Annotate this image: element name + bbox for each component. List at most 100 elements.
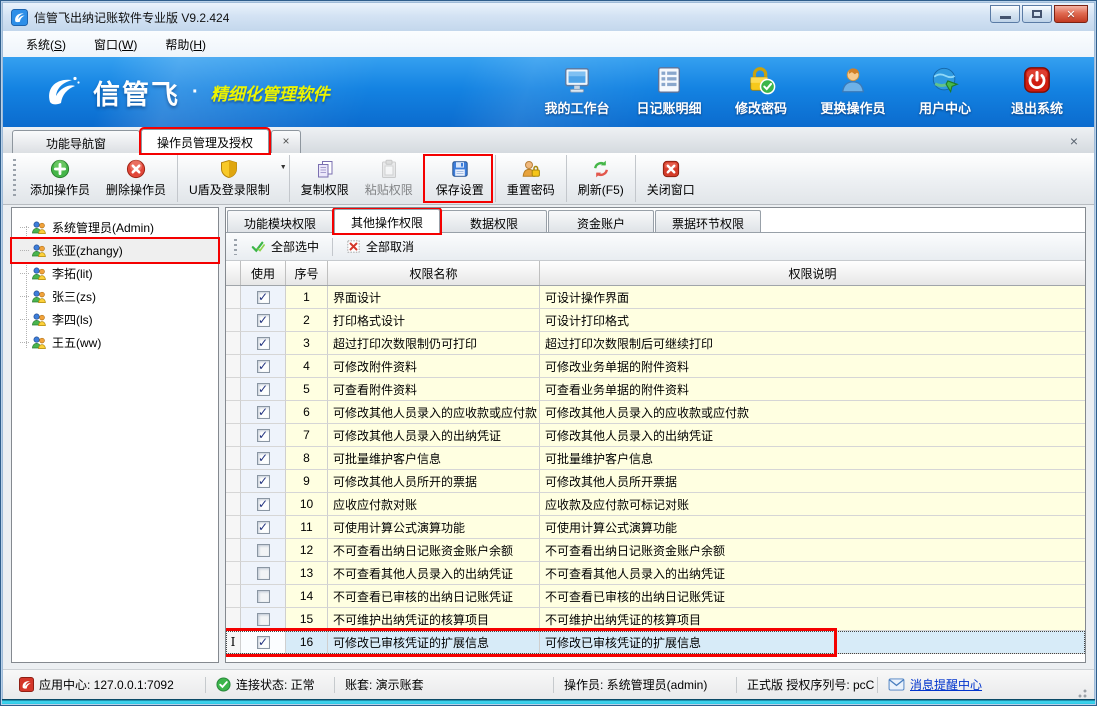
permission-checkbox[interactable]	[257, 452, 270, 465]
close-button[interactable]: ✕	[1054, 5, 1088, 23]
tab-function-nav[interactable]: 功能导航窗	[12, 130, 140, 153]
header-use[interactable]: 使用	[241, 261, 286, 285]
可修改附件资料[interactable]: 4 可修改附件资料 可修改业务单据的附件资料	[226, 355, 1085, 378]
tree-item-admin[interactable]: 系统管理员(Admin)	[12, 216, 218, 239]
permission-checkbox[interactable]	[257, 544, 270, 557]
permission-checkbox[interactable]	[257, 406, 270, 419]
不可维护出纳凭证的核算项目[interactable]: 15 不可维护出纳凭证的核算项目 不可维护出纳凭证的核算项目	[226, 608, 1085, 631]
permission-checkbox[interactable]	[257, 613, 270, 626]
row-indicator	[226, 608, 241, 631]
perm-tab-fund-account[interactable]: 资金账户	[548, 210, 654, 232]
header-indicator	[226, 261, 241, 285]
permission-desc-cell: 不可查看已审核的出纳日记账凭证	[540, 585, 1085, 608]
permission-checkbox[interactable]	[257, 337, 270, 350]
banner-btn-exit[interactable]: 退出系统	[994, 61, 1080, 123]
no-cell: 8	[286, 447, 328, 470]
permission-checkbox[interactable]	[257, 590, 270, 603]
no-cell: 1	[286, 286, 328, 309]
row-indicator	[226, 562, 241, 585]
permission-checkbox[interactable]	[257, 636, 270, 649]
header-no[interactable]: 序号	[286, 261, 328, 285]
界面设计[interactable]: 1 界面设计 可设计操作界面	[226, 286, 1085, 309]
use-cell	[241, 539, 286, 562]
header-desc[interactable]: 权限说明	[540, 261, 1085, 285]
可修改其他人员录入的应收款或应付款[interactable]: 6 可修改其他人员录入的应收款或应付款 可修改其他人员录入的应收款或应付款	[226, 401, 1085, 424]
menu-window[interactable]: 窗口(W)	[81, 33, 150, 56]
copy-permissions-button[interactable]: 复制权限 ▼	[289, 155, 357, 202]
select-all-button[interactable]: 全部选中	[245, 235, 325, 258]
tabstrip-close-button[interactable]: ×	[1062, 131, 1086, 153]
tab-operator-management[interactable]: 操作员管理及授权	[141, 129, 269, 153]
perm-tab-other-operations[interactable]: 其他操作权限	[334, 209, 440, 233]
window-bottom-edge	[2, 699, 1095, 704]
row-indicator	[226, 585, 241, 608]
banner-btn-journal-detail[interactable]: 日记账明细	[626, 61, 712, 123]
delete-operator-button[interactable]: 删除操作员 ▼	[98, 155, 174, 202]
resize-grip[interactable]	[1076, 687, 1088, 699]
permission-checkbox[interactable]	[257, 475, 270, 488]
row-indicator	[226, 332, 241, 355]
message-center-link[interactable]: 消息提醒中心	[910, 676, 982, 693]
row-indicator	[226, 424, 241, 447]
users-icon	[31, 220, 47, 235]
cancel-all-icon	[346, 239, 361, 254]
permission-checkbox[interactable]	[257, 314, 270, 327]
cancel-all-button[interactable]: 全部取消	[340, 235, 420, 258]
perm-tab-function-module[interactable]: 功能模块权限	[227, 210, 333, 232]
save-settings-button[interactable]: 保存设置 ▼	[424, 155, 492, 202]
tree-item-zs[interactable]: 张三(zs)	[12, 285, 218, 308]
minimize-button[interactable]	[990, 5, 1020, 23]
tree-item-ww[interactable]: 王五(ww)	[12, 331, 218, 354]
打印格式设计[interactable]: 2 打印格式设计 可设计打印格式	[226, 309, 1085, 332]
menu-help[interactable]: 帮助(H)	[152, 33, 219, 56]
不可查看已审核的出纳日记账凭证[interactable]: 14 不可查看已审核的出纳日记账凭证 不可查看已审核的出纳日记账凭证	[226, 585, 1085, 608]
可修改其他人员录入的出纳凭证[interactable]: 7 可修改其他人员录入的出纳凭证 可修改其他人员录入的出纳凭证	[226, 424, 1085, 447]
header-name[interactable]: 权限名称	[328, 261, 540, 285]
permission-name-cell: 可修改其他人员录入的出纳凭证	[328, 424, 540, 447]
不可查看其他人员录入的出纳凭证[interactable]: 13 不可查看其他人员录入的出纳凭证 不可查看其他人员录入的出纳凭证	[226, 562, 1085, 585]
title-bar: 信管飞出纳记账软件专业版 V9.2.424 ✕	[3, 3, 1094, 31]
ukey-login-limit-button[interactable]: U盾及登录限制 ▼	[177, 155, 286, 202]
tree-item-lit[interactable]: 李拓(lit)	[12, 262, 218, 285]
permission-name-cell: 可使用计算公式演算功能	[328, 516, 540, 539]
app-logo-icon	[11, 9, 28, 26]
banner-btn-user-center[interactable]: 用户中心	[902, 61, 988, 123]
use-cell	[241, 378, 286, 401]
reset-password-button[interactable]: 重置密码 ▼	[495, 155, 563, 202]
close-window-button[interactable]: 关闭窗口 ▼	[635, 155, 703, 202]
可使用计算公式演算功能[interactable]: 11 可使用计算公式演算功能 可使用计算公式演算功能	[226, 516, 1085, 539]
可修改其他人员所开的票据[interactable]: 9 可修改其他人员所开的票据 可修改其他人员所开票据	[226, 470, 1085, 493]
banner-btn-switch-operator[interactable]: 更换操作员	[810, 61, 896, 123]
permission-desc-cell: 可修改业务单据的附件资料	[540, 355, 1085, 378]
permission-checkbox[interactable]	[257, 429, 270, 442]
permission-checkbox[interactable]	[257, 360, 270, 373]
perm-tab-data[interactable]: 数据权限	[441, 210, 547, 232]
应收应付款对账[interactable]: 10 应收应付款对账 应收款及应付款可标记对账	[226, 493, 1085, 516]
tree-item-zhangy[interactable]: 张亚(zhangy)	[12, 239, 218, 262]
use-cell	[241, 332, 286, 355]
add-operator-button[interactable]: 添加操作员 ▼	[22, 155, 98, 202]
banner-btn-change-password[interactable]: 修改密码	[718, 61, 804, 123]
可查看附件资料[interactable]: 5 可查看附件资料 可查看业务单据的附件资料	[226, 378, 1085, 401]
可批量维护客户信息[interactable]: 8 可批量维护客户信息 可批量维护客户信息	[226, 447, 1085, 470]
paste-permissions-button[interactable]: 粘贴权限 ▼	[357, 155, 421, 202]
permission-checkbox[interactable]	[257, 567, 270, 580]
banner-btn-workspace[interactable]: 我的工作台	[534, 61, 620, 123]
可修改已审核凭证的扩展信息[interactable]: I 16 可修改已审核凭证的扩展信息 可修改已审核凭证的扩展信息	[226, 631, 1085, 654]
permission-checkbox[interactable]	[257, 383, 270, 396]
menu-system[interactable]: 系统(S)	[13, 33, 79, 56]
tree-item-ls[interactable]: 李四(ls)	[12, 308, 218, 331]
permission-checkbox[interactable]	[257, 521, 270, 534]
permission-checkbox[interactable]	[257, 498, 270, 511]
不可查看出纳日记账资金账户余额[interactable]: 12 不可查看出纳日记账资金账户余额 不可查看出纳日记账资金账户余额	[226, 539, 1085, 562]
power-icon	[1022, 65, 1052, 95]
maximize-button[interactable]	[1022, 5, 1052, 23]
permission-checkbox[interactable]	[257, 291, 270, 304]
workstation-icon	[562, 65, 592, 95]
tabstrip-close-icon: ×	[1070, 133, 1078, 149]
perm-tab-bill-process[interactable]: 票据环节权限	[655, 210, 761, 232]
超过打印次数限制仍可打印[interactable]: 3 超过打印次数限制仍可打印 超过打印次数限制后可继续打印	[226, 332, 1085, 355]
refresh-button[interactable]: 刷新(F5) ▼	[566, 155, 632, 202]
tab-close-button[interactable]: ×	[271, 130, 301, 153]
use-cell	[241, 585, 286, 608]
